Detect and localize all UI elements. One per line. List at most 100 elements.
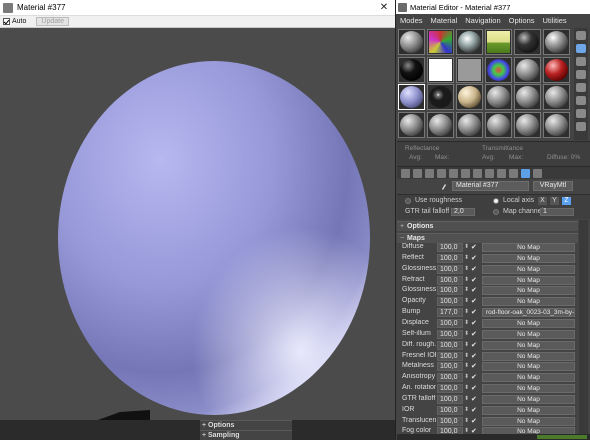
map-slot-button[interactable]: No Map bbox=[482, 416, 575, 426]
options-icon[interactable] bbox=[576, 109, 586, 118]
spinner-arrows-icon[interactable]: ⬍ bbox=[464, 363, 469, 370]
show-end-result-icon[interactable] bbox=[509, 169, 518, 178]
put-to-library-icon[interactable] bbox=[473, 169, 482, 178]
spinner-arrows-icon[interactable]: ⬍ bbox=[464, 320, 469, 327]
map-amount-input[interactable]: 100,0 bbox=[437, 362, 463, 372]
spinner-arrows-icon[interactable]: ⬍ bbox=[464, 331, 469, 338]
map-slot-button[interactable]: No Map bbox=[482, 329, 575, 339]
sample-slot-24[interactable] bbox=[543, 111, 570, 138]
reset-material-icon[interactable] bbox=[437, 169, 446, 178]
spinner-arrows-icon[interactable]: ⬍ bbox=[464, 385, 469, 392]
map-amount-input[interactable]: 100,0 bbox=[437, 329, 463, 339]
map-slot-button[interactable]: No Map bbox=[482, 384, 575, 394]
map-enabled-checkbox[interactable]: ✔ bbox=[471, 407, 478, 414]
sample-slot-10[interactable] bbox=[485, 56, 512, 83]
sample-slot-2[interactable] bbox=[427, 29, 454, 55]
material-name-field[interactable]: Material #377 bbox=[452, 181, 529, 191]
map-amount-input[interactable]: 100,0 bbox=[437, 318, 463, 328]
spinner-arrows-icon[interactable]: ⬍ bbox=[464, 342, 469, 349]
spinner-arrows-icon[interactable]: ⬍ bbox=[464, 244, 469, 251]
map-enabled-checkbox[interactable]: ✔ bbox=[471, 287, 478, 294]
video-color-check-icon[interactable] bbox=[576, 83, 586, 92]
sample-slot-20[interactable] bbox=[427, 111, 454, 138]
map-amount-input[interactable]: 100,0 bbox=[437, 286, 463, 296]
sample-slot-8[interactable] bbox=[427, 56, 454, 83]
axis-y-button[interactable]: Y bbox=[550, 197, 559, 205]
map-enabled-checkbox[interactable]: ✔ bbox=[471, 418, 478, 425]
map-amount-input[interactable]: 100,0 bbox=[437, 416, 463, 426]
menu-material[interactable]: Material bbox=[431, 16, 458, 25]
eyedropper-icon[interactable] bbox=[441, 182, 447, 190]
sample-slot-11[interactable] bbox=[514, 56, 541, 83]
axis-z-button[interactable]: Z bbox=[562, 197, 571, 205]
sample-slot-16[interactable] bbox=[485, 84, 512, 110]
spinner-arrows-icon[interactable]: ⬍ bbox=[464, 277, 469, 284]
menu-options[interactable]: Options bbox=[509, 16, 535, 25]
map-slot-button[interactable]: No Map bbox=[482, 243, 575, 252]
sample-slot-1[interactable] bbox=[398, 29, 425, 55]
spinner-arrows-icon[interactable]: ⬍ bbox=[464, 266, 469, 273]
map-slot-button[interactable]: No Map bbox=[482, 362, 575, 372]
spinner-arrows-icon[interactable]: ⬍ bbox=[464, 374, 469, 381]
sample-slot-13[interactable] bbox=[398, 84, 425, 110]
map-enabled-checkbox[interactable]: ✔ bbox=[471, 298, 478, 305]
options-rollout[interactable]: Options bbox=[200, 420, 292, 430]
put-to-scene-icon[interactable] bbox=[413, 169, 422, 178]
map-enabled-checkbox[interactable]: ✔ bbox=[471, 266, 478, 273]
map-enabled-checkbox[interactable]: ✔ bbox=[471, 385, 478, 392]
map-slot-button[interactable]: No Map bbox=[482, 351, 575, 361]
map-slot-button[interactable]: No Map bbox=[482, 275, 575, 285]
close-icon[interactable]: ✕ bbox=[373, 2, 395, 13]
sample-slot-5[interactable] bbox=[514, 29, 541, 55]
map-amount-input[interactable]: 100,0 bbox=[437, 264, 463, 274]
map-slot-button[interactable]: No Map bbox=[482, 373, 575, 383]
material-id-icon[interactable] bbox=[485, 169, 494, 178]
make-copy-icon[interactable] bbox=[449, 169, 458, 178]
map-slot-button[interactable]: No Map bbox=[482, 253, 575, 263]
sample-slot-19[interactable] bbox=[398, 111, 425, 138]
go-to-parent-icon[interactable] bbox=[521, 169, 530, 178]
map-amount-input[interactable]: 100,0 bbox=[437, 243, 463, 252]
map-slot-button[interactable]: No Map bbox=[482, 318, 575, 328]
map-enabled-checkbox[interactable]: ✔ bbox=[471, 277, 478, 284]
map-channel-radio[interactable] bbox=[493, 209, 499, 215]
gtr-tail-falloff-input[interactable]: 2,0 bbox=[451, 208, 475, 216]
sample-slot-18[interactable] bbox=[543, 84, 570, 110]
map-enabled-checkbox[interactable]: ✔ bbox=[471, 374, 478, 381]
map-enabled-checkbox[interactable]: ✔ bbox=[471, 396, 478, 403]
backlight-icon[interactable] bbox=[576, 44, 586, 53]
make-unique-icon[interactable] bbox=[461, 169, 470, 178]
map-amount-input[interactable]: 177,0 bbox=[437, 308, 463, 318]
spinner-arrows-icon[interactable]: ⬍ bbox=[464, 407, 469, 414]
auto-checkbox[interactable] bbox=[3, 18, 10, 25]
sample-slot-21[interactable] bbox=[456, 111, 483, 138]
material-type-button[interactable]: VRayMtl bbox=[533, 181, 573, 191]
map-amount-input[interactable]: 100,0 bbox=[437, 394, 463, 404]
menu-utilities[interactable]: Utilities bbox=[543, 16, 567, 25]
show-in-viewport-icon[interactable] bbox=[497, 169, 506, 178]
sample-slot-6[interactable] bbox=[543, 29, 570, 55]
map-enabled-checkbox[interactable]: ✔ bbox=[471, 309, 478, 316]
map-amount-input[interactable]: 100,0 bbox=[437, 340, 463, 350]
spinner-arrows-icon[interactable]: ⬍ bbox=[464, 298, 469, 305]
map-enabled-checkbox[interactable]: ✔ bbox=[471, 363, 478, 370]
spinner-arrows-icon[interactable]: ⬍ bbox=[464, 309, 469, 316]
sample-slot-3[interactable] bbox=[456, 29, 483, 55]
background-icon[interactable] bbox=[576, 57, 586, 66]
map-enabled-checkbox[interactable]: ✔ bbox=[471, 342, 478, 349]
sample-slot-22[interactable] bbox=[485, 111, 512, 138]
map-slot-button[interactable]: No Map bbox=[482, 340, 575, 350]
uv-tiling-icon[interactable] bbox=[576, 70, 586, 79]
get-material-icon[interactable] bbox=[401, 169, 410, 178]
map-slot-button[interactable]: No Map bbox=[482, 297, 575, 307]
sample-slot-15[interactable] bbox=[456, 84, 483, 110]
sample-slot-12[interactable] bbox=[543, 56, 570, 83]
map-slot-button[interactable]: No Map bbox=[482, 286, 575, 296]
sample-slot-14[interactable] bbox=[427, 84, 454, 110]
options-rollout-header[interactable]: Options bbox=[397, 221, 578, 231]
make-preview-icon[interactable] bbox=[576, 96, 586, 105]
map-slot-button[interactable]: No Map bbox=[482, 405, 575, 415]
sample-type-icon[interactable] bbox=[576, 31, 586, 40]
sampling-rollout[interactable]: Sampling bbox=[200, 430, 292, 440]
map-amount-input[interactable]: 100,0 bbox=[437, 351, 463, 361]
